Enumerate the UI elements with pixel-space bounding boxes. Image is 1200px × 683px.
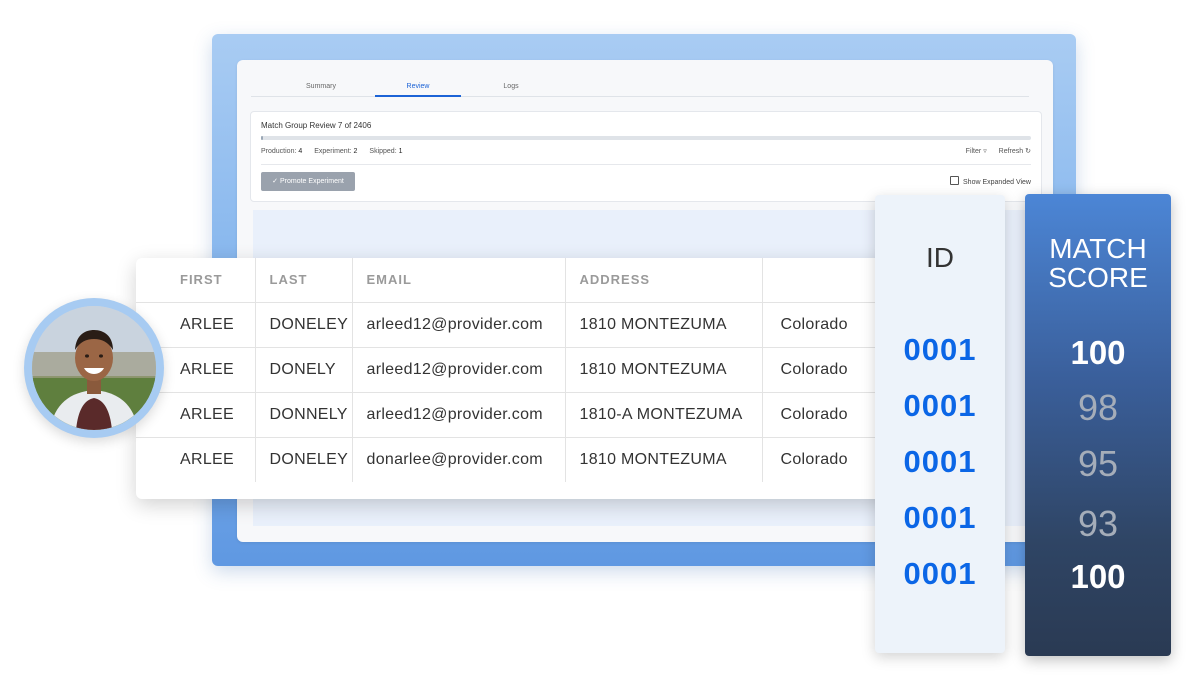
promote-experiment-button[interactable]: ✓ Promote Experiment [261,172,355,191]
tab-bar: Summary Review Logs [251,78,1029,97]
match-score-value: 100 [1070,334,1126,371]
records-table: FIRST LAST EMAIL ADDRESS ARLEE DONELEY a… [136,258,926,482]
filter-label: Filter [965,148,982,155]
column-header-last[interactable]: LAST [255,258,353,303]
table-row[interactable]: ARLEE DONELY arleed12@provider.com 1810 … [136,347,926,393]
id-column-panel: ID 0001 0001 0001 0001 0001 [875,195,1005,653]
filter-button[interactable]: Filter ▿ [966,148,989,155]
cell-email: arleed12@provider.com [352,347,566,393]
table-header-row: FIRST LAST EMAIL ADDRESS [136,258,926,303]
match-score-value: 98 [1077,387,1119,428]
id-column-title: ID [926,242,954,273]
experiment-count: 2 [353,148,358,155]
review-progress-fill [261,136,264,140]
experiment-label: Experiment: [314,148,352,155]
person-illustration [32,306,156,430]
cell-last: DONELY [255,347,353,393]
panel-divider [261,164,1031,165]
refresh-button[interactable]: Refresh ↻ [999,148,1031,155]
table-row[interactable]: ARLEE DONELEY arleed12@provider.com 1810… [136,302,926,348]
cell-email: arleed12@provider.com [352,392,566,438]
cell-last: DONELEY [255,302,353,348]
match-score-panel: MATCH SCORE 100 98 95 93 100 [1025,194,1171,656]
cell-address: 1810-A MONTEZUMA [565,392,763,438]
expanded-view-checkbox[interactable] [950,176,960,185]
records-table-card: FIRST LAST EMAIL ADDRESS ARLEE DONELEY a… [136,258,926,499]
match-score-value: 93 [1077,503,1119,544]
table-row[interactable]: ARLEE DONNELY arleed12@provider.com 1810… [136,392,926,438]
production-label: Production: [261,148,297,155]
match-score-title-line1: MATCH [1049,233,1147,264]
cell-first: ARLEE [136,437,256,482]
column-header-address[interactable]: ADDRESS [565,258,763,303]
column-header-email[interactable]: EMAIL [352,258,566,303]
refresh-icon: ↻ [1025,148,1031,155]
review-stats: Production: 4 Experiment: 2 Skipped: 1 [261,148,413,155]
check-icon: ✓ [272,178,279,185]
cell-last: DONNELY [255,392,353,438]
refresh-label: Refresh [998,148,1024,155]
production-count: 4 [298,148,303,155]
match-score-title-line2: SCORE [1048,262,1148,293]
tab-logs[interactable]: Logs [481,78,541,95]
id-value: 0001 [903,556,977,591]
review-panel: Match Group Review 7 of 2406 Production:… [250,111,1042,202]
promote-label: Promote Experiment [280,178,344,185]
match-score-value: 95 [1077,443,1119,484]
cell-address: 1810 MONTEZUMA [565,437,763,482]
tab-review[interactable]: Review [375,78,461,97]
id-value: 0001 [903,444,977,479]
avatar [24,298,164,438]
cell-email: donarlee@provider.com [352,437,566,482]
id-value: 0001 [903,388,977,423]
expanded-view-label: Show Expanded View [963,179,1031,186]
cell-address: 1810 MONTEZUMA [565,347,763,393]
person-photo [32,306,156,430]
skipped-label: Skipped: [369,148,397,155]
table-row[interactable]: ARLEE DONELEY donarlee@provider.com 1810… [136,437,926,482]
id-value: 0001 [903,500,977,535]
review-progress-bar [261,136,1031,140]
review-tools: Filter ▿ Refresh ↻ [956,147,1031,155]
id-value: 0001 [903,332,977,367]
filter-icon: ▿ [983,148,987,155]
cell-address: 1810 MONTEZUMA [565,302,763,348]
tab-summary[interactable]: Summary [291,78,351,95]
match-score-title: MATCH SCORE [1025,234,1171,292]
show-expanded-view-toggle[interactable]: Show Expanded View [950,176,1031,186]
column-header-first[interactable]: FIRST [136,258,256,303]
skipped-count: 1 [398,148,403,155]
match-score-value: 100 [1070,558,1126,595]
cell-last: DONELEY [255,437,353,482]
review-title: Match Group Review 7 of 2406 [261,121,372,130]
cell-email: arleed12@provider.com [352,302,566,348]
